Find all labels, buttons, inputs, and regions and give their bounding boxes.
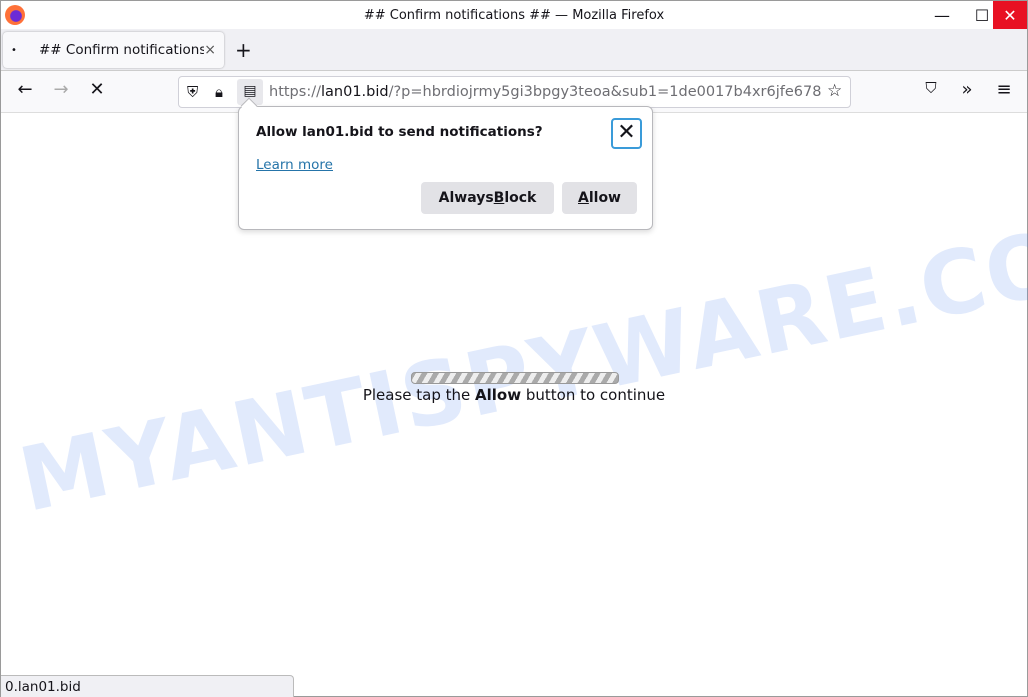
loading-indicator-icon: • <box>11 44 17 56</box>
hamburger-menu-icon[interactable]: ≡ <box>991 79 1017 100</box>
watermark: MYANTISPYWARE.COM <box>11 191 1028 532</box>
always-block-button[interactable]: Always Block <box>421 182 554 214</box>
popup-title: Allow lan01.bid to send notifications? <box>256 124 543 140</box>
progress-bar <box>411 372 619 384</box>
back-button[interactable]: ← <box>12 79 38 100</box>
window-title: ## Confirm notifications ## — Mozilla Fi… <box>363 8 665 23</box>
url-bar[interactable]: ⛨ 🔒︎ ▤ https://lan01.bid/?p=hbrdiojrmy5g… <box>178 76 851 108</box>
popup-close-button[interactable]: ✕ <box>611 118 642 149</box>
tab-title: ## Confirm notifications <box>39 42 205 58</box>
lock-icon[interactable]: 🔒︎ <box>215 83 223 101</box>
learn-more-link[interactable]: Learn more <box>256 157 333 173</box>
allow-button[interactable]: Allow <box>562 182 637 214</box>
instruction-message: Please tap the Allow button to continue <box>362 386 666 404</box>
tab-confirm-notifications[interactable]: • ## Confirm notifications × <box>3 32 224 68</box>
tab-bar: • ## Confirm notifications × + <box>1 29 1027 71</box>
minimize-button[interactable]: — <box>925 1 959 29</box>
title-bar: ## Confirm notifications ## — Mozilla Fi… <box>1 1 1027 29</box>
pocket-icon[interactable]: ⛉ <box>918 79 944 97</box>
overflow-menu-icon[interactable]: » <box>954 79 980 100</box>
forward-button[interactable]: → <box>48 79 74 100</box>
bookmark-star-icon[interactable]: ☆ <box>827 81 842 101</box>
status-bar: 0.lan01.bid <box>1 675 294 697</box>
tab-close-icon[interactable]: × <box>204 42 216 58</box>
close-window-button[interactable]: ✕ <box>993 1 1027 29</box>
notification-permission-popup: Allow lan01.bid to send notifications? ✕… <box>238 97 653 230</box>
new-tab-button[interactable]: + <box>235 38 252 62</box>
url-text[interactable]: https://lan01.bid/?p=hbrdiojrmy5gi3bpgy3… <box>269 84 821 100</box>
stop-button[interactable]: ✕ <box>84 79 110 100</box>
shield-icon[interactable]: ⛨ <box>187 83 198 101</box>
